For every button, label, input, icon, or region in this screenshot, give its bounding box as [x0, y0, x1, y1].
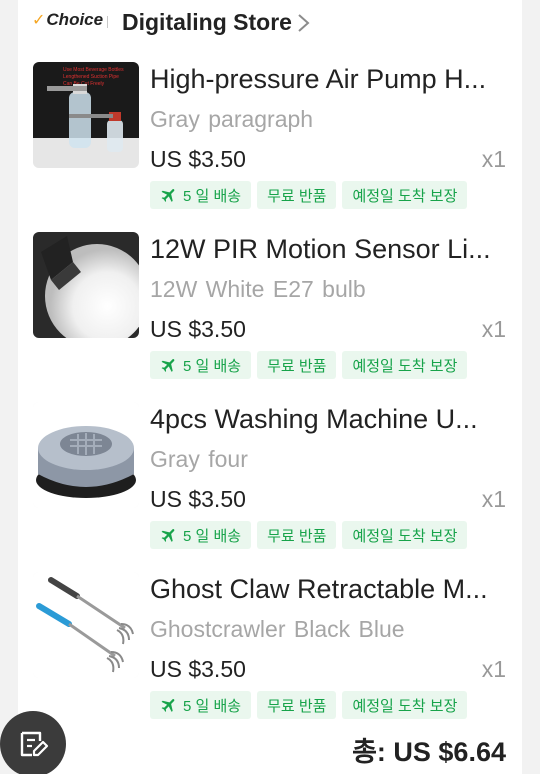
- airplane-icon: [161, 189, 175, 202]
- item-tags: 5 일 배송 무료 반품 예정일 도착 보장: [150, 351, 468, 379]
- item-title[interactable]: 4pcs Washing Machine U...: [150, 402, 508, 436]
- order-item[interactable]: 12W PIR Motion Sensor Li... 12W White E2…: [18, 232, 522, 402]
- airplane-icon: [161, 359, 175, 372]
- item-variant[interactable]: Gray four: [150, 444, 248, 474]
- item-quantity: x1: [481, 146, 506, 172]
- delivery-tag: 5 일 배송: [150, 691, 252, 719]
- edit-note-icon: [20, 731, 49, 757]
- divider: [107, 16, 108, 28]
- airplane-icon: [161, 529, 175, 542]
- store-header[interactable]: ✓ Choice Digitaling Store: [18, 0, 522, 46]
- free-return-tag: 무료 반품: [257, 181, 337, 209]
- item-quantity: x1: [481, 486, 506, 512]
- arrival-guarantee-tag: 예정일 도착 보장: [342, 521, 468, 549]
- svg-text:Use Most Beverage Bottles: Use Most Beverage Bottles: [63, 67, 124, 73]
- order-total: 총: US $6.64: [352, 737, 506, 767]
- item-title[interactable]: 12W PIR Motion Sensor Li...: [150, 232, 508, 266]
- free-return-tag: 무료 반품: [257, 691, 337, 719]
- order-item[interactable]: Ghost Claw Retractable M... Ghostcrawler…: [18, 572, 522, 742]
- item-title[interactable]: High-pressure Air Pump H...: [150, 62, 508, 96]
- delivery-tag: 5 일 배송: [150, 521, 252, 549]
- item-price: US $3.50: [150, 146, 246, 172]
- airplane-icon: [161, 699, 175, 712]
- item-variant[interactable]: Ghostcrawler Black Blue: [150, 614, 405, 644]
- back-scratcher-image[interactable]: [33, 572, 139, 678]
- store-name[interactable]: Digitaling Store: [122, 9, 292, 36]
- delivery-tag: 5 일 배송: [150, 351, 252, 379]
- item-price: US $3.50: [150, 316, 246, 342]
- free-return-tag: 무료 반품: [257, 351, 337, 379]
- delivery-tag: 5 일 배송: [150, 181, 252, 209]
- arrival-guarantee-tag: 예정일 도착 보장: [342, 181, 468, 209]
- item-tags: 5 일 배송 무료 반품 예정일 도착 보장: [150, 691, 468, 719]
- svg-text:Lengthened Suction Pipe: Lengthened Suction Pipe: [63, 74, 119, 80]
- led-bulb-image[interactable]: [33, 232, 139, 338]
- item-quantity: x1: [481, 316, 506, 342]
- check-icon: ✓: [32, 12, 46, 29]
- air-pump-bottles-image[interactable]: Use Most Beverage Bottles Lengthened Suc…: [33, 62, 139, 168]
- choice-label: Choice: [46, 10, 104, 29]
- item-variant[interactable]: 12W White E27 bulb: [150, 274, 366, 304]
- washing-machine-pad-image[interactable]: [33, 402, 139, 508]
- arrival-guarantee-tag: 예정일 도착 보장: [342, 691, 468, 719]
- item-tags: 5 일 배송 무료 반품 예정일 도착 보장: [150, 181, 468, 209]
- item-tags: 5 일 배송 무료 반품 예정일 도착 보장: [150, 521, 468, 549]
- arrival-guarantee-tag: 예정일 도착 보장: [342, 351, 468, 379]
- item-price: US $3.50: [150, 486, 246, 512]
- free-return-tag: 무료 반품: [257, 521, 337, 549]
- item-title[interactable]: Ghost Claw Retractable M...: [150, 572, 508, 606]
- order-item[interactable]: 4pcs Washing Machine U... Gray four US $…: [18, 402, 522, 572]
- item-price: US $3.50: [150, 656, 246, 682]
- order-card: ✓ Choice Digitaling Store Use Most Bever…: [18, 0, 522, 774]
- order-item[interactable]: Use Most Beverage Bottles Lengthened Suc…: [18, 62, 522, 232]
- item-quantity: x1: [481, 656, 506, 682]
- chevron-right-icon[interactable]: [294, 12, 314, 34]
- edit-note-button[interactable]: [0, 711, 66, 774]
- item-variant[interactable]: Gray paragraph: [150, 104, 313, 134]
- choice-badge: ✓ Choice: [32, 10, 103, 30]
